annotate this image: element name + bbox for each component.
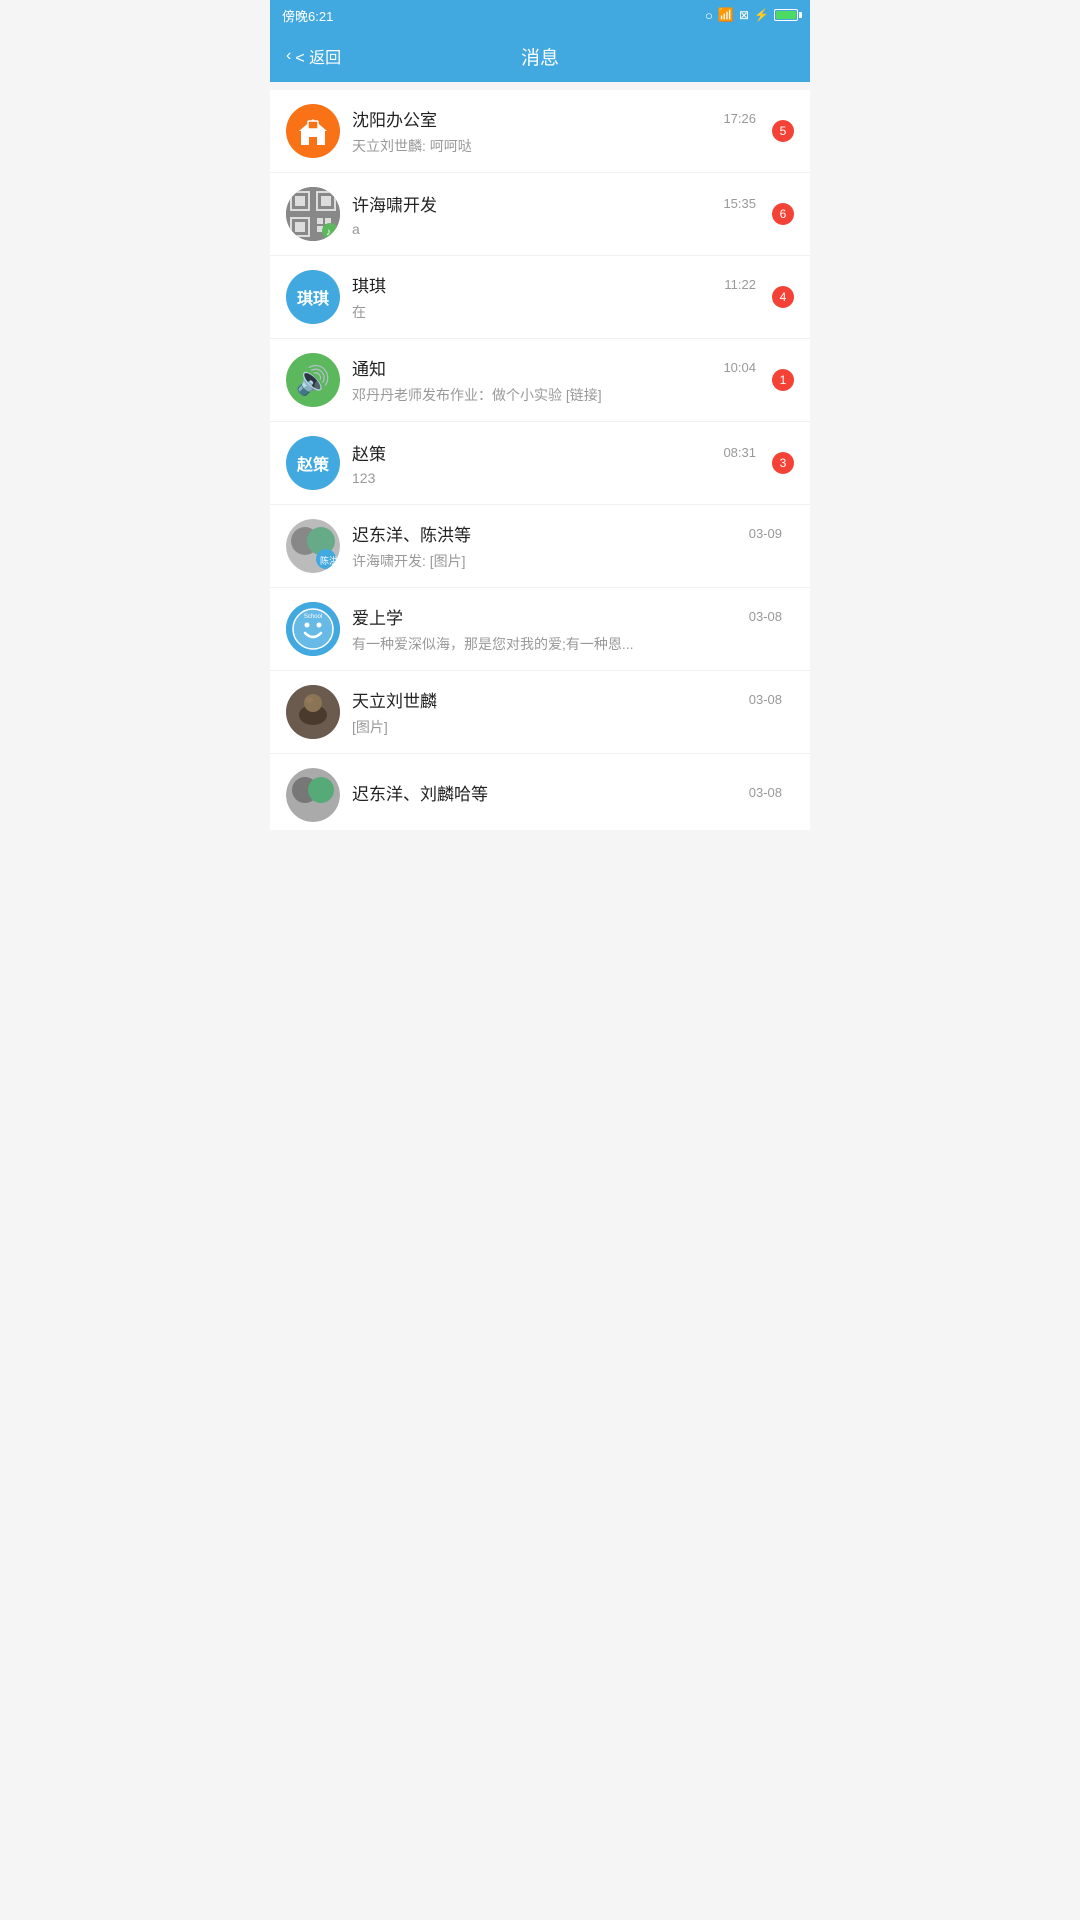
contact-name: 天立刘世麟 (352, 687, 437, 712)
message-header: 爱上学 03-08 (352, 604, 782, 629)
message-time: 03-08 (749, 609, 782, 624)
alarm-icon: ○ (705, 8, 713, 23)
contact-name: 迟东洋、刘麟哈等 (352, 780, 488, 805)
message-content: 爱上学 03-08 有一种爱深似海，那是您对我的爱;有一种恩... (352, 604, 782, 654)
contact-name: 爱上学 (352, 604, 403, 629)
svg-text:陈洪: 陈洪 (320, 555, 338, 566)
list-item[interactable]: 🔊 通知 10:04 邓丹丹老师发布作业：做个小实验 [链接] 1 (270, 339, 810, 422)
wifi-icon: 📶 (718, 7, 734, 23)
message-header: 许海啸开发 15:35 (352, 191, 756, 216)
message-content: 琪琪 11:22 在 (352, 272, 756, 322)
back-label: < 返回 (295, 44, 341, 68)
message-preview: 有一种爱深似海，那是您对我的爱;有一种恩... (352, 634, 782, 654)
message-content: 天立刘世麟 03-08 [图片] (352, 687, 782, 737)
message-header: 迟东洋、刘麟哈等 03-08 (352, 780, 782, 805)
contact-name: 通知 (352, 355, 386, 380)
message-content: 迟东洋、刘麟哈等 03-08 (352, 780, 782, 810)
message-header: 迟东洋、陈洪等 03-09 (352, 521, 782, 546)
nav-bar: ‹ < 返回 消息 (270, 30, 810, 82)
list-item[interactable]: 陈洪 迟东洋、陈洪等 03-09 许海啸开发: [图片] (270, 505, 810, 588)
list-item[interactable]: 沈阳办公室 17:26 天立刘世麟: 呵呵哒 5 (270, 90, 810, 173)
message-time: 15:35 (723, 196, 756, 211)
svg-text:School: School (304, 614, 322, 620)
signal-icon: ⊠ (739, 8, 749, 22)
contact-name: 赵策 (352, 440, 386, 465)
message-preview: 许海啸开发: [图片] (352, 551, 782, 571)
battery-icon (774, 9, 798, 21)
message-time: 17:26 (723, 111, 756, 126)
unread-badge: 5 (772, 120, 794, 142)
message-preview: 在 (352, 302, 756, 322)
message-header: 通知 10:04 (352, 355, 756, 380)
message-preview: 123 (352, 470, 756, 486)
message-time: 03-08 (749, 692, 782, 707)
avatar (286, 685, 340, 739)
message-preview: a (352, 221, 756, 237)
unread-badge: 4 (772, 286, 794, 308)
list-item[interactable]: 赵策 赵策 08:31 123 3 (270, 422, 810, 505)
avatar: 琪琪 (286, 270, 340, 324)
message-list: 沈阳办公室 17:26 天立刘世麟: 呵呵哒 5 (270, 90, 810, 830)
speaker-icon: 🔊 (296, 364, 331, 397)
message-time: 10:04 (723, 360, 756, 375)
unread-badge: 3 (772, 452, 794, 474)
list-item[interactable]: 迟东洋、刘麟哈等 03-08 (270, 754, 810, 830)
contact-name: 迟东洋、陈洪等 (352, 521, 471, 546)
list-item[interactable]: School 爱上学 03-08 有一种爱深似海，那是您对我的爱;有一种恩... (270, 588, 810, 671)
contact-name: 许海啸开发 (352, 191, 437, 216)
list-item[interactable]: ♪ 许海啸开发 15:35 a 6 (270, 173, 810, 256)
avatar: ♪ (286, 187, 340, 241)
message-time: 08:31 (723, 445, 756, 460)
avatar: School (286, 602, 340, 656)
message-content: 通知 10:04 邓丹丹老师发布作业：做个小实验 [链接] (352, 355, 756, 405)
message-content: 许海啸开发 15:35 a (352, 191, 756, 237)
unread-badge: 1 (772, 369, 794, 391)
list-item[interactable]: 天立刘世麟 03-08 [图片] (270, 671, 810, 754)
message-header: 沈阳办公室 17:26 (352, 106, 756, 131)
message-header: 赵策 08:31 (352, 440, 756, 465)
avatar-image: ♪ (286, 187, 340, 241)
message-content: 沈阳办公室 17:26 天立刘世麟: 呵呵哒 (352, 106, 756, 156)
status-bar: 傍晚6:21 ○ 📶 ⊠ ⚡ (270, 0, 810, 30)
svg-text:♪: ♪ (326, 227, 331, 238)
avatar (286, 768, 340, 822)
message-preview: 天立刘世麟: 呵呵哒 (352, 136, 756, 156)
message-content: 赵策 08:31 123 (352, 440, 756, 486)
message-preview: [图片] (352, 717, 782, 737)
avatar: 🔊 (286, 353, 340, 407)
avatar: 陈洪 (286, 519, 340, 573)
message-preview: 邓丹丹老师发布作业：做个小实验 [链接] (352, 385, 756, 405)
back-button[interactable]: ‹ < 返回 (286, 44, 341, 68)
status-time: 傍晚6:21 (282, 6, 333, 25)
back-arrow-icon: ‹ (286, 47, 291, 65)
contact-name: 琪琪 (352, 272, 386, 297)
contact-name: 沈阳办公室 (352, 106, 437, 131)
unread-badge: 6 (772, 203, 794, 225)
message-time: 03-08 (749, 785, 782, 800)
message-content: 迟东洋、陈洪等 03-09 许海啸开发: [图片] (352, 521, 782, 571)
charging-icon: ⚡ (754, 8, 769, 22)
avatar (286, 104, 340, 158)
message-time: 11:22 (724, 277, 756, 292)
status-icons: ○ 📶 ⊠ ⚡ (705, 7, 798, 23)
page-title: 消息 (521, 43, 559, 70)
message-header: 天立刘世麟 03-08 (352, 687, 782, 712)
message-time: 03-09 (749, 526, 782, 541)
message-header: 琪琪 11:22 (352, 272, 756, 297)
list-item[interactable]: 琪琪 琪琪 11:22 在 4 (270, 256, 810, 339)
avatar: 赵策 (286, 436, 340, 490)
